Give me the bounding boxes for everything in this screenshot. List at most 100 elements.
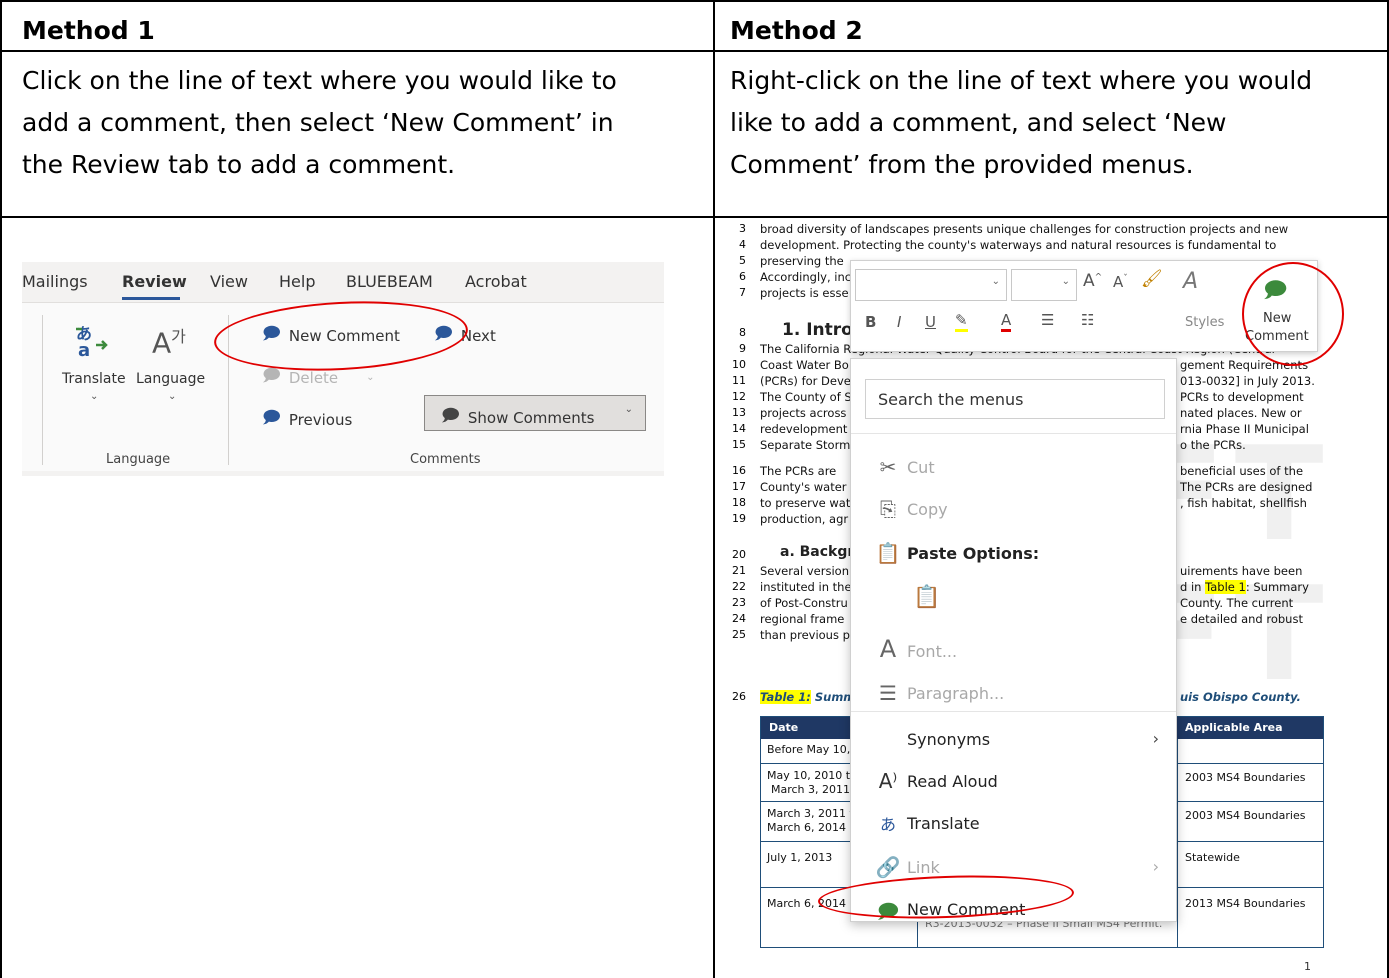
line-number: 18 <box>732 496 746 509</box>
method2-line: Comment’ from the provided menus. <box>730 150 1194 179</box>
line-number: 12 <box>732 390 746 403</box>
line-number: 24 <box>732 612 746 625</box>
chevron-down-icon: ⌄ <box>168 391 177 402</box>
line-number: 14 <box>732 422 746 435</box>
doc-line-right: The PCRs are designed <box>1180 480 1313 494</box>
italic-icon[interactable]: I <box>897 313 901 331</box>
language-icon: A가 <box>152 326 186 360</box>
show-comments-button[interactable]: 🗩 Show Comments ⌄ <box>424 395 646 431</box>
doc-line: projects is esse <box>760 286 849 300</box>
chevron-down-icon: ⌄ <box>624 404 633 415</box>
method1-line: Click on the line of text where you woul… <box>22 66 617 95</box>
doc-line: Accordingly, inc <box>760 270 852 284</box>
search-menus-placeholder: Search the menus <box>878 390 1024 409</box>
doc-line-right: 013-0032] in July 2013. <box>1180 374 1315 388</box>
bullets-icon[interactable]: ☰ <box>1041 311 1054 329</box>
menu-item-cut[interactable]: ✂ Cut <box>865 451 1165 487</box>
menu-separator <box>851 711 1176 712</box>
tab-help[interactable]: Help <box>279 272 315 291</box>
menu-separator <box>851 433 1176 434</box>
underline-icon[interactable]: U <box>925 313 936 331</box>
tab-view[interactable]: View <box>210 272 248 291</box>
menu-item-read-aloud[interactable]: A⁾ Read Aloud <box>865 765 1165 801</box>
doc-line-right: , fish habitat, shellfish <box>1180 496 1307 510</box>
paragraph-icon: ☰ <box>879 681 897 705</box>
menu-item-paste-options: 📋 Paste Options: <box>865 537 1165 573</box>
chevron-down-icon: ⌄ <box>90 391 99 402</box>
line-number: 6 <box>739 270 746 283</box>
line-number: 25 <box>732 628 746 641</box>
table-header-area: Applicable Area <box>1185 721 1283 734</box>
doc-line-right: o the PCRs. <box>1180 438 1246 452</box>
table-cell-date: March 3, 2011 t <box>767 807 854 820</box>
highlight-icon[interactable]: ✎ <box>955 311 968 332</box>
table-border-top <box>0 0 1389 2</box>
language-label: Language <box>136 371 206 387</box>
line-number: 13 <box>732 406 746 419</box>
doc-line-right: uirements have been <box>1180 564 1303 578</box>
font-size-dropdown[interactable]: ⌄ <box>1011 269 1077 301</box>
annotation-oval-mini-comment <box>1242 262 1344 366</box>
table-cell-area: 2013 MS4 Boundaries <box>1185 897 1306 910</box>
table-header-date: Date <box>769 721 799 734</box>
font-name-dropdown[interactable]: ⌄ <box>855 269 1007 301</box>
menu-item-translate[interactable]: あ Translate <box>865 807 1165 843</box>
delete-label: Delete <box>288 368 339 387</box>
line-number: 21 <box>732 564 746 577</box>
method2-line: like to add a comment, and select ‘New <box>730 108 1227 137</box>
paste-keep-text-button[interactable]: 📋 <box>913 585 947 619</box>
context-menu: Search the menus ✂ Cut ⎘ Copy 📋 Paste Op… <box>850 358 1177 923</box>
table-border-header <box>0 50 1389 52</box>
tab-mailings[interactable]: Mailings <box>22 272 88 291</box>
menu-item-font[interactable]: A Font... <box>865 635 1165 671</box>
table-cell-date: May 10, 2010 th <box>767 769 858 782</box>
menu-label: Synonyms <box>907 730 991 749</box>
group-label-comments: Comments <box>410 452 481 467</box>
styles-icon[interactable]: A <box>1183 269 1198 294</box>
chevron-down-icon: ⌄ <box>991 276 1000 287</box>
font-color-icon[interactable]: A <box>1001 311 1012 332</box>
search-menus-input[interactable]: Search the menus <box>865 379 1165 419</box>
table-cell-date: March 6, 2014 <box>767 821 847 834</box>
doc-line: County's water <box>760 480 847 494</box>
line-number: 16 <box>732 464 746 477</box>
doc-line: to preserve wat <box>760 496 851 510</box>
format-painter-icon[interactable]: 🖌 <box>1141 269 1163 289</box>
line-number: 7 <box>739 286 746 299</box>
doc-line: development. Protecting the county's wat… <box>760 238 1277 252</box>
menu-item-paragraph[interactable]: ☰ Paragraph... <box>865 677 1165 713</box>
line-number: 11 <box>732 374 746 387</box>
grow-font-icon[interactable]: A^ <box>1083 271 1102 291</box>
menu-item-copy[interactable]: ⎘ Copy <box>865 493 1165 529</box>
bold-icon[interactable]: B <box>865 313 876 331</box>
translate-label: Translate <box>62 371 126 387</box>
doc-line-right: d in Table 1: Summary <box>1180 580 1309 594</box>
chevron-down-icon: ⌄ <box>1061 276 1070 287</box>
translate-button[interactable]: あ a Translate ⌄ <box>62 323 126 423</box>
styles-label[interactable]: Styles <box>1185 315 1224 330</box>
method1-description: Click on the line of text where you woul… <box>22 60 617 186</box>
shrink-font-icon[interactable]: Aˇ <box>1113 273 1128 291</box>
tab-acrobat[interactable]: Acrobat <box>465 272 527 291</box>
previous-label: Previous <box>288 410 353 429</box>
doc-line: preserving the <box>760 254 844 268</box>
copy-icon: ⎘ <box>880 497 896 521</box>
doc-text: : Summary <box>1245 580 1309 594</box>
tab-review[interactable]: Review <box>122 272 187 291</box>
doc-line-right: County. The current <box>1180 596 1294 610</box>
doc-line: Separate Storm <box>760 438 851 452</box>
chevron-down-icon: ⌄ <box>366 372 375 383</box>
language-button[interactable]: A가 Language ⌄ <box>136 323 208 423</box>
menu-item-synonyms[interactable]: Synonyms › <box>865 723 1165 759</box>
previous-comment-button[interactable]: 🗩 Previous <box>262 405 352 434</box>
scissors-icon: ✂ <box>879 455 897 479</box>
doc-line-right: beneficial uses of the <box>1180 464 1304 478</box>
method2-line: Right-click on the line of text where yo… <box>730 66 1313 95</box>
method1-line: add a comment, then select ‘New Comment’… <box>22 108 614 137</box>
line-number: 23 <box>732 596 746 609</box>
doc-line-right: nated places. New or <box>1180 406 1302 420</box>
numbering-icon[interactable]: ☷ <box>1081 311 1094 329</box>
tab-bluebeam[interactable]: BLUEBEAM <box>346 272 433 291</box>
method1-line: the Review tab to add a comment. <box>22 150 456 179</box>
table-cell-date: July 1, 2013 <box>767 851 833 864</box>
